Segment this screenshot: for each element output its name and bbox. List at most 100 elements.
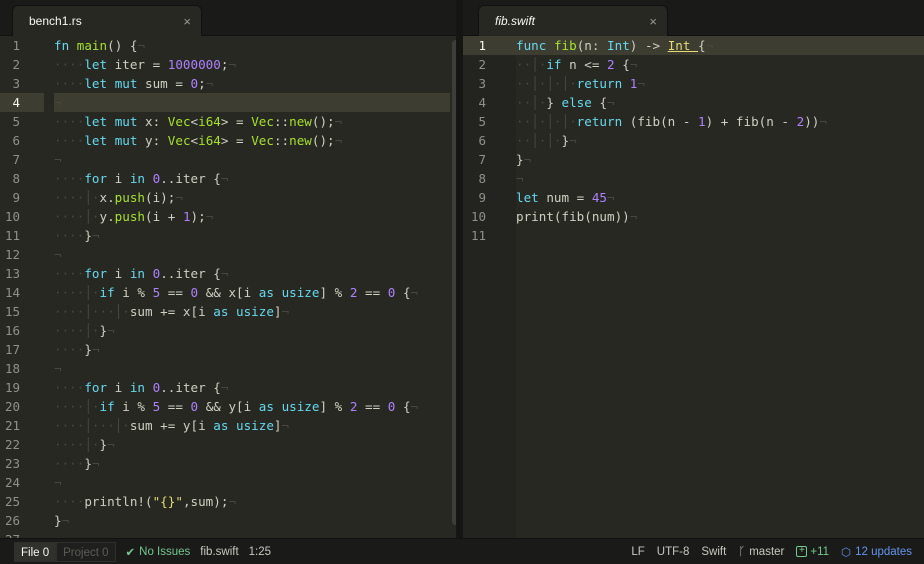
line-number[interactable]: 21 <box>0 416 44 435</box>
line-number[interactable]: 8 <box>463 169 516 188</box>
code-line: ····│·x.push(i);¬ <box>54 190 183 205</box>
line-number[interactable]: 6 <box>463 131 516 150</box>
code-line: ····│·}¬ <box>54 437 115 452</box>
code-line: ¬ <box>54 475 62 490</box>
code-line: func fib(n: Int) -> Int {¬ <box>516 36 924 55</box>
line-number-gutter[interactable]: 1 2 3 4 5 6 7 8 9 10 11 12 13 14 15 16 17 18 19 20 21 22 23 24 2… <box>0 36 44 538</box>
code-line: ¬ <box>54 152 62 167</box>
code-area[interactable]: func fib(n: Int) -> Int {¬ ··│·if n <= 2… <box>516 36 924 538</box>
code-line: ····let mut x: Vec<i64> = Vec::new();¬ <box>54 114 343 129</box>
line-number[interactable]: 11 <box>463 226 516 245</box>
line-number[interactable]: 15 <box>0 302 44 321</box>
line-number[interactable]: 7 <box>0 150 44 169</box>
code-area[interactable]: fn main() {¬ ····let iter = 1000000;¬ ··… <box>54 36 450 538</box>
current-filename[interactable]: fib.swift <box>200 546 238 558</box>
package-updates[interactable]: ⬡ 12 updates <box>841 545 912 559</box>
code-line: ····for i in 0..iter {¬ <box>54 171 229 186</box>
code-line: ····│···│·sum += y[i as usize]¬ <box>54 418 290 433</box>
code-line: print(fib(num))¬ <box>516 209 638 224</box>
line-number[interactable]: 2 <box>463 55 516 74</box>
code-line: ¬ <box>516 171 524 186</box>
line-number[interactable]: 23 <box>0 454 44 473</box>
line-number[interactable]: 8 <box>0 169 44 188</box>
file-tab-button[interactable]: File 0 <box>14 541 57 562</box>
tab-title: fib.swift <box>495 14 536 28</box>
encoding-selector[interactable]: UTF-8 <box>657 546 690 558</box>
cursor-position[interactable]: 1:25 <box>249 546 271 558</box>
line-number[interactable]: 9 <box>463 188 516 207</box>
checkmark-icon: ✔ <box>125 546 136 559</box>
code-line: ¬ <box>54 247 62 262</box>
linter-status[interactable]: ✔ No Issues <box>126 545 191 559</box>
git-branch[interactable]: ᚴ master <box>738 546 784 558</box>
line-number[interactable]: 6 <box>0 131 44 150</box>
line-number[interactable]: 1 <box>463 36 516 55</box>
close-icon[interactable]: × <box>649 14 657 29</box>
line-ending-selector[interactable]: LF <box>631 546 644 558</box>
grammar-selector[interactable]: Swift <box>701 546 726 558</box>
tab-bench1-rs[interactable]: bench1.rs × <box>12 5 202 36</box>
line-number[interactable]: 1 <box>0 36 44 55</box>
editor-pane-right[interactable]: 1 2 3 4 5 6 7 8 9 10 11 func fib(n: Int) -> Int {¬… <box>463 36 924 538</box>
code-line: let num = 45¬ <box>516 190 615 205</box>
vertical-scrollbar[interactable] <box>452 40 456 525</box>
diff-added-icon: + <box>796 546 808 557</box>
line-number[interactable]: 4 <box>0 93 44 112</box>
code-line: ····let mut y: Vec<i64> = Vec::new();¬ <box>54 133 343 148</box>
line-number[interactable]: 17 <box>0 340 44 359</box>
code-line: fn main() {¬ <box>54 38 146 53</box>
code-line: ¬ <box>54 361 62 376</box>
line-number[interactable]: 12 <box>0 245 44 264</box>
git-diff-status[interactable]: + +11 <box>796 546 829 558</box>
branch-icon: ᚴ <box>738 545 746 558</box>
line-number[interactable]: 3 <box>463 74 516 93</box>
editor-pane-left[interactable]: 1 2 3 4 5 6 7 8 9 10 11 12 13 14 15 16 17 18 19 20 21 22 23 24 2… <box>0 36 456 538</box>
left-tab-bar: bench1.rs × <box>0 0 456 36</box>
code-line: ··│·} else {¬ <box>516 95 615 110</box>
line-number[interactable]: 9 <box>0 188 44 207</box>
code-line: ··│·│·│·return 1¬ <box>516 76 645 91</box>
code-line: ····let mut sum = 0;¬ <box>54 76 214 91</box>
line-number[interactable]: 27 <box>0 530 44 538</box>
status-bar: File 0 Project 0 ✔ No Issues fib.swift 1… <box>0 538 924 564</box>
line-number[interactable]: 10 <box>463 207 516 226</box>
line-number[interactable]: 5 <box>0 112 44 131</box>
line-number[interactable]: 10 <box>0 207 44 226</box>
line-number[interactable]: 25 <box>0 492 44 511</box>
line-number[interactable]: 3 <box>0 74 44 93</box>
code-line: ····}¬ <box>54 342 100 357</box>
line-number[interactable]: 26 <box>0 511 44 530</box>
code-line: }¬ <box>54 513 70 528</box>
code-line: ····│·y.push(i + 1);¬ <box>54 209 214 224</box>
line-number[interactable]: 5 <box>463 112 516 131</box>
line-number[interactable]: 13 <box>0 264 44 283</box>
line-number[interactable]: 11 <box>0 226 44 245</box>
line-number[interactable]: 7 <box>463 150 516 169</box>
line-number[interactable]: 19 <box>0 378 44 397</box>
tab-fib-swift[interactable]: fib.swift × <box>478 5 668 36</box>
line-number[interactable]: 4 <box>463 93 516 112</box>
code-line: ····│·if i % 5 == 0 && y[i as usize] % 2… <box>54 399 419 414</box>
pane-splitter[interactable] <box>456 0 463 538</box>
line-number[interactable]: 2 <box>0 55 44 74</box>
line-number[interactable]: 22 <box>0 435 44 454</box>
code-line: ····│·}¬ <box>54 323 115 338</box>
line-number[interactable]: 24 <box>0 473 44 492</box>
line-number[interactable]: 18 <box>0 359 44 378</box>
project-tab-button[interactable]: Project 0 <box>56 541 116 562</box>
code-line: ····for i in 0..iter {¬ <box>54 266 229 281</box>
line-number[interactable]: 14 <box>0 283 44 302</box>
code-line: ··│·│·│·return (fib(n - 1) + fib(n - 2))… <box>516 114 827 129</box>
code-line: ····│···│·sum += x[i as usize]¬ <box>54 304 290 319</box>
code-line: ····println!("{}",sum);¬ <box>54 494 237 509</box>
line-number[interactable]: 20 <box>0 397 44 416</box>
close-icon[interactable]: × <box>183 14 191 29</box>
package-icon: ⬡ <box>841 546 852 559</box>
line-number-gutter[interactable]: 1 2 3 4 5 6 7 8 9 10 11 <box>463 36 516 538</box>
code-line: ····for i in 0..iter {¬ <box>54 380 229 395</box>
code-line: ····}¬ <box>54 228 100 243</box>
code-line: ····let iter = 1000000;¬ <box>54 57 237 72</box>
line-number[interactable]: 16 <box>0 321 44 340</box>
